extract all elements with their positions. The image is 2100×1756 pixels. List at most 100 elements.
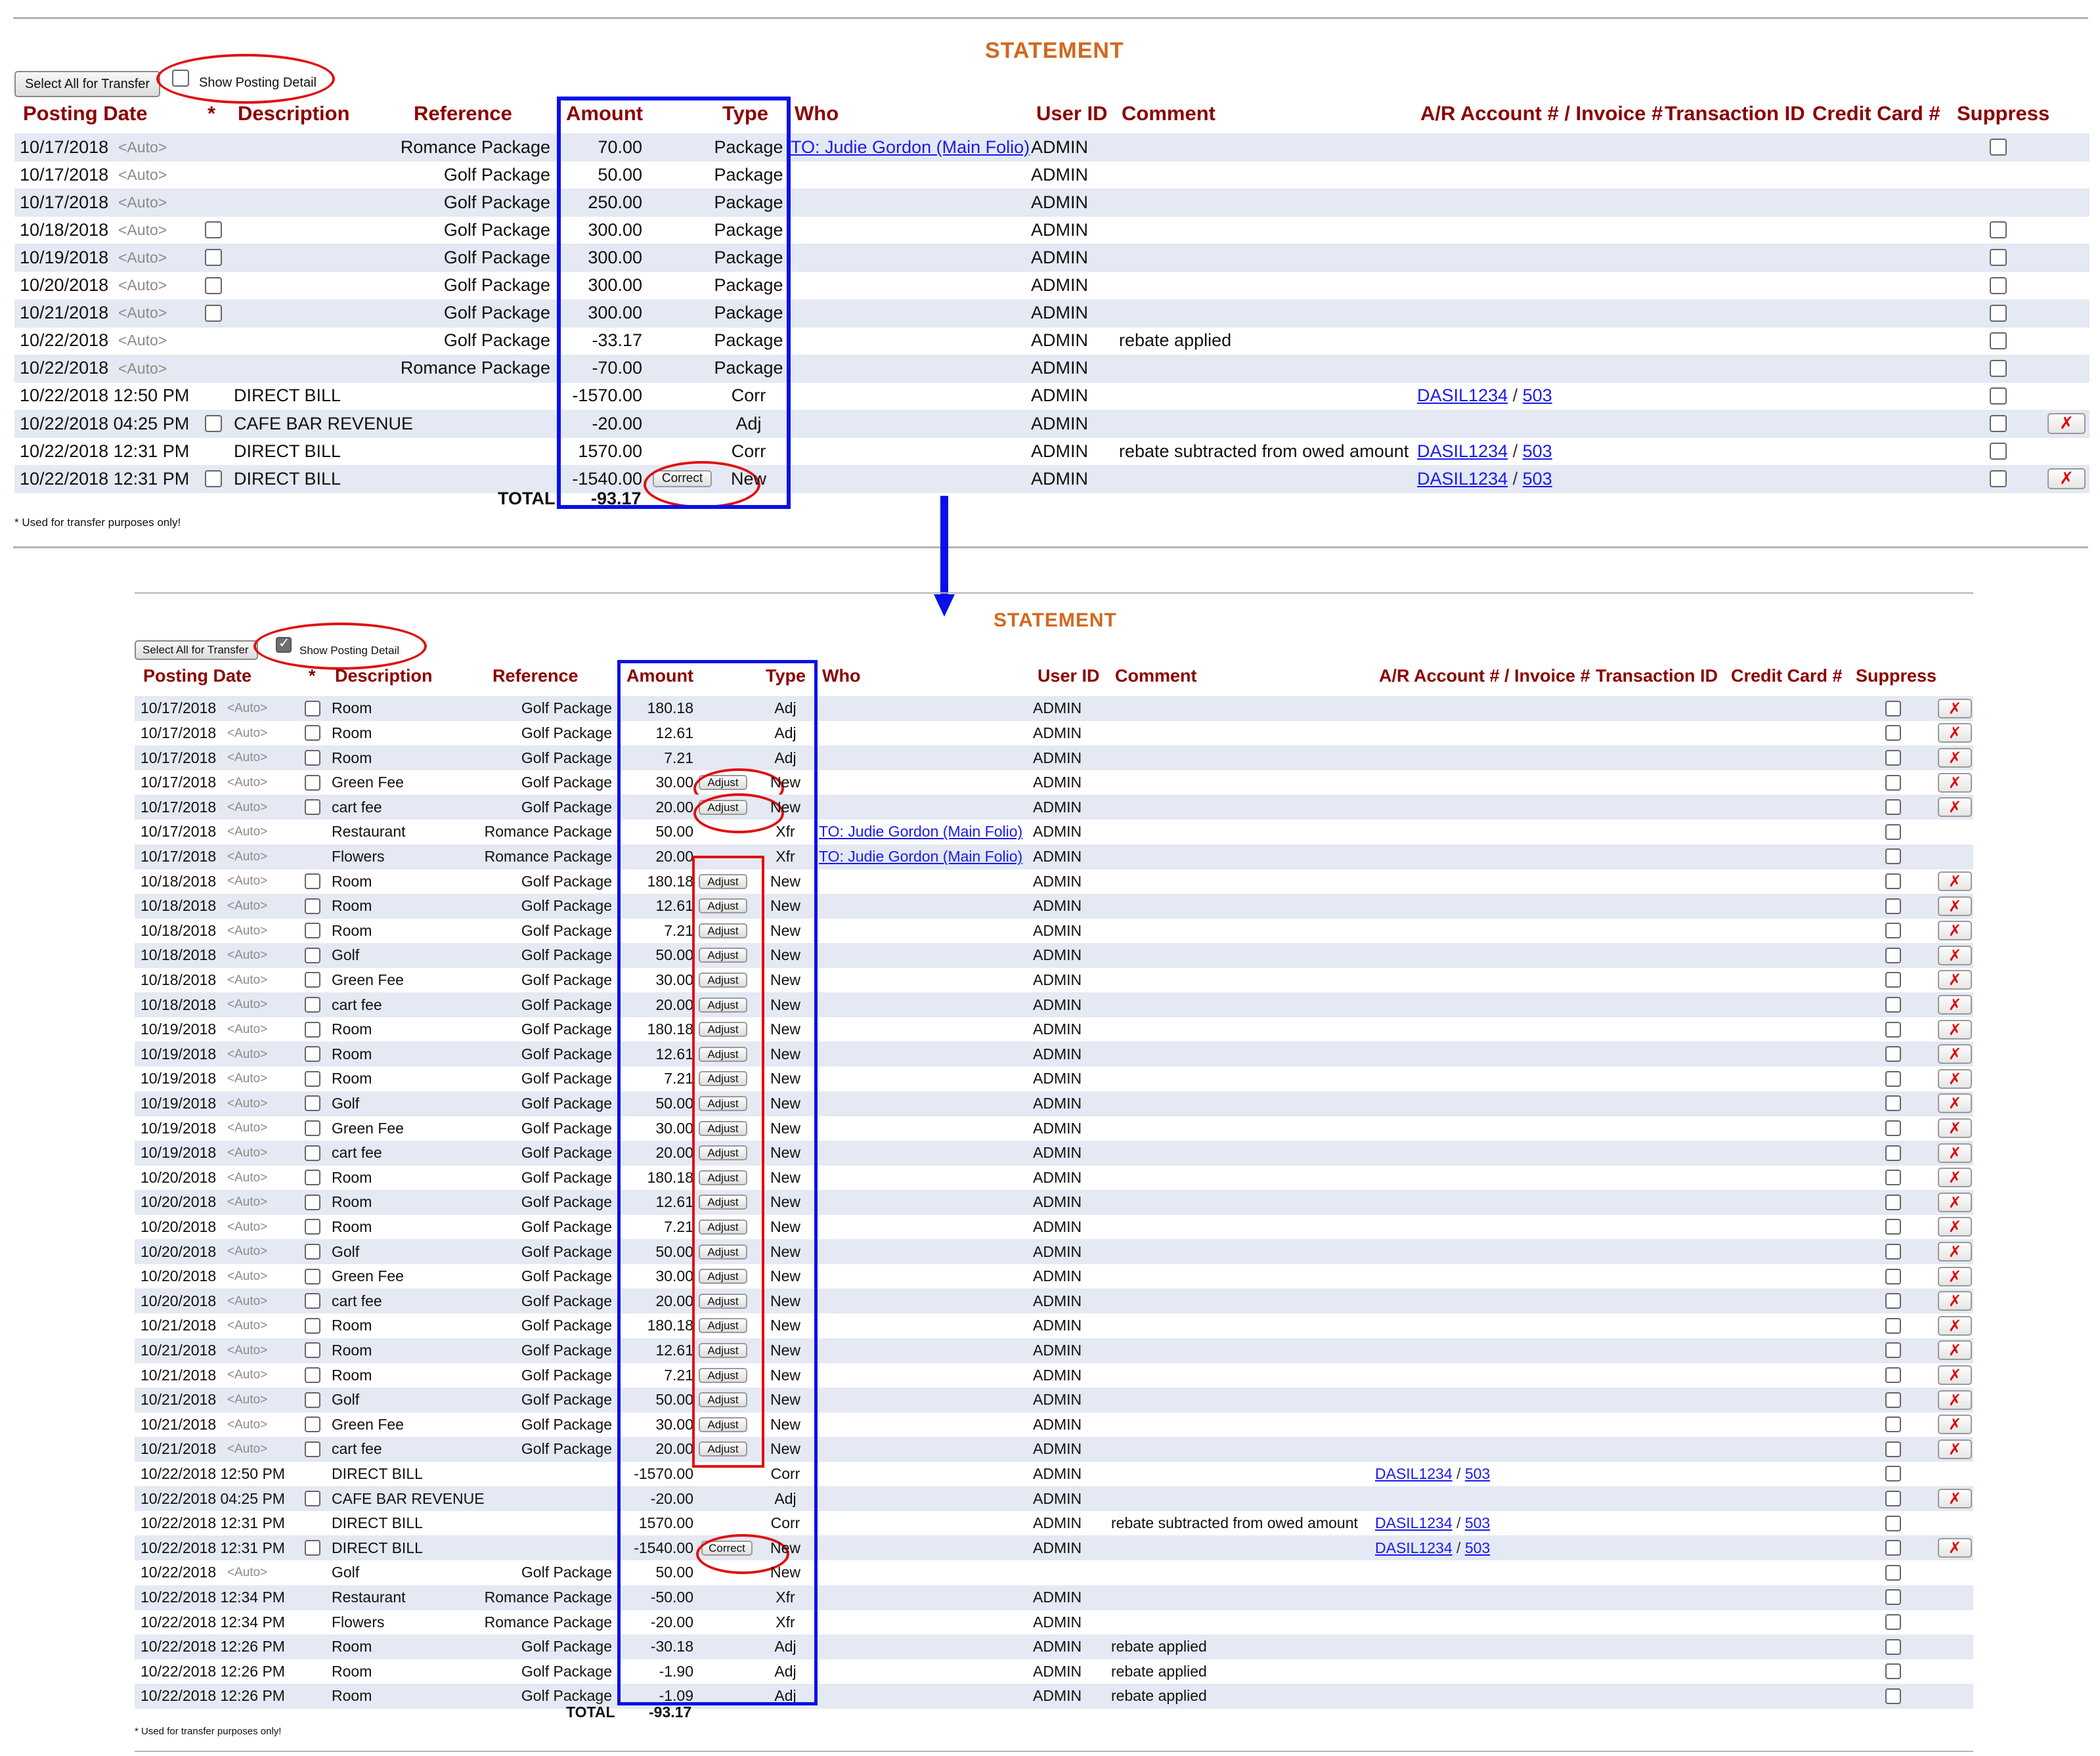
- transfer-checkbox[interactable]: [205, 277, 222, 294]
- suppress-checkbox[interactable]: [1885, 848, 1901, 864]
- suppress-checkbox[interactable]: [1885, 972, 1901, 988]
- invoice-link[interactable]: 503: [1523, 441, 1552, 461]
- transfer-checkbox[interactable]: [305, 1441, 320, 1457]
- transfer-checkbox[interactable]: [305, 1195, 320, 1210]
- transfer-checkbox[interactable]: [305, 923, 320, 938]
- invoice-link[interactable]: 503: [1523, 469, 1552, 489]
- delete-icon[interactable]: ✗: [2047, 468, 2086, 489]
- suppress-checkbox[interactable]: [1885, 1589, 1901, 1605]
- column-header-posting-date[interactable]: Posting Date: [143, 666, 252, 686]
- suppress-checkbox[interactable]: [1885, 1466, 1901, 1482]
- delete-icon[interactable]: ✗: [1938, 773, 1972, 793]
- suppress-checkbox[interactable]: [1885, 1639, 1901, 1655]
- transfer-checkbox[interactable]: [305, 997, 320, 1013]
- suppress-checkbox[interactable]: [1885, 1293, 1901, 1309]
- column-header-credit-card[interactable]: Credit Card #: [1731, 666, 1843, 686]
- suppress-checkbox[interactable]: [1990, 415, 2007, 432]
- suppress-checkbox[interactable]: [1885, 1244, 1901, 1260]
- transfer-checkbox[interactable]: [205, 470, 222, 487]
- suppress-checkbox[interactable]: [1990, 249, 2007, 266]
- who-link[interactable]: TO: Judie Gordon (Main Folio): [819, 824, 1022, 839]
- delete-icon[interactable]: ✗: [1938, 1267, 1972, 1286]
- suppress-checkbox[interactable]: [1885, 1219, 1901, 1235]
- transfer-checkbox[interactable]: [305, 1491, 320, 1506]
- delete-icon[interactable]: ✗: [1938, 1291, 1972, 1311]
- suppress-checkbox[interactable]: [1885, 799, 1901, 815]
- suppress-checkbox[interactable]: [1885, 1318, 1901, 1334]
- delete-icon[interactable]: ✗: [1938, 1340, 1972, 1360]
- delete-icon[interactable]: ✗: [1938, 946, 1972, 965]
- suppress-checkbox[interactable]: [1885, 948, 1901, 963]
- column-header-comment[interactable]: Comment: [1122, 102, 1215, 125]
- column-header-description[interactable]: Description: [238, 102, 350, 125]
- invoice-link[interactable]: 503: [1465, 1539, 1490, 1556]
- transfer-checkbox[interactable]: [305, 1170, 320, 1185]
- delete-icon[interactable]: ✗: [1938, 699, 1972, 718]
- suppress-checkbox[interactable]: [1885, 1367, 1901, 1383]
- column-header-who[interactable]: Who: [822, 666, 860, 686]
- select-all-transfer-button[interactable]: Select All for Transfer: [14, 71, 160, 97]
- delete-icon[interactable]: ✗: [2047, 413, 2086, 434]
- transfer-checkbox[interactable]: [205, 415, 222, 432]
- delete-icon[interactable]: ✗: [1938, 1489, 1972, 1508]
- transfer-checkbox[interactable]: [305, 1095, 320, 1111]
- column-header-ar-invoice[interactable]: A/R Account # / Invoice #: [1379, 666, 1590, 686]
- suppress-checkbox[interactable]: [1885, 1663, 1901, 1679]
- transfer-checkbox[interactable]: [305, 1219, 320, 1235]
- suppress-checkbox[interactable]: [1885, 824, 1901, 840]
- delete-icon[interactable]: ✗: [1938, 1316, 1972, 1336]
- transfer-checkbox[interactable]: [305, 750, 320, 766]
- ar-account-link[interactable]: DASIL1234: [1375, 1539, 1453, 1556]
- delete-icon[interactable]: ✗: [1938, 1439, 1972, 1459]
- column-header-suppress[interactable]: Suppress: [1856, 666, 1936, 686]
- delete-icon[interactable]: ✗: [1938, 1242, 1972, 1262]
- suppress-checkbox[interactable]: [1990, 387, 2007, 405]
- delete-icon[interactable]: ✗: [1938, 921, 1972, 940]
- transfer-checkbox[interactable]: [305, 1416, 320, 1432]
- suppress-checkbox[interactable]: [1885, 750, 1901, 766]
- suppress-checkbox[interactable]: [1885, 997, 1901, 1013]
- delete-icon[interactable]: ✗: [1938, 1365, 1972, 1385]
- suppress-checkbox[interactable]: [1885, 701, 1901, 716]
- suppress-checkbox[interactable]: [1885, 1071, 1901, 1087]
- column-header-user-id[interactable]: User ID: [1036, 102, 1108, 125]
- transfer-checkbox[interactable]: [305, 1342, 320, 1358]
- delete-icon[interactable]: ✗: [1938, 1168, 1972, 1187]
- ar-account-link[interactable]: DASIL1234: [1375, 1514, 1453, 1531]
- transfer-checkbox[interactable]: [205, 305, 222, 322]
- delete-icon[interactable]: ✗: [1938, 748, 1972, 768]
- column-header-ar-invoice[interactable]: A/R Account # / Invoice #: [1420, 102, 1663, 125]
- suppress-checkbox[interactable]: [1885, 1095, 1901, 1111]
- delete-icon[interactable]: ✗: [1938, 1044, 1972, 1064]
- transfer-checkbox[interactable]: [305, 799, 320, 815]
- suppress-checkbox[interactable]: [1885, 1269, 1901, 1284]
- delete-icon[interactable]: ✗: [1938, 723, 1972, 743]
- suppress-checkbox[interactable]: [1885, 1565, 1901, 1581]
- suppress-checkbox[interactable]: [1885, 725, 1901, 741]
- delete-icon[interactable]: ✗: [1938, 1193, 1972, 1212]
- invoice-link[interactable]: 503: [1523, 385, 1552, 405]
- suppress-checkbox[interactable]: [1885, 1441, 1901, 1457]
- transfer-checkbox[interactable]: [305, 1540, 320, 1556]
- delete-icon[interactable]: ✗: [1938, 1415, 1972, 1434]
- transfer-checkbox[interactable]: [305, 1244, 320, 1260]
- transfer-checkbox[interactable]: [305, 775, 320, 791]
- who-link[interactable]: TO: Judie Gordon (Main Folio): [819, 849, 1022, 864]
- delete-icon[interactable]: ✗: [1938, 1118, 1972, 1138]
- transfer-checkbox[interactable]: [305, 1367, 320, 1383]
- column-header-reference[interactable]: Reference: [492, 666, 579, 686]
- suppress-checkbox[interactable]: [1990, 332, 2007, 349]
- suppress-checkbox[interactable]: [1990, 443, 2007, 460]
- suppress-checkbox[interactable]: [1885, 1022, 1901, 1038]
- delete-icon[interactable]: ✗: [1938, 1069, 1972, 1089]
- suppress-checkbox[interactable]: [1885, 1614, 1901, 1630]
- column-header-reference[interactable]: Reference: [414, 102, 512, 125]
- delete-icon[interactable]: ✗: [1938, 995, 1972, 1015]
- suppress-checkbox[interactable]: [1885, 1392, 1901, 1408]
- suppress-checkbox[interactable]: [1885, 1145, 1901, 1161]
- invoice-link[interactable]: 503: [1465, 1514, 1490, 1531]
- transfer-checkbox[interactable]: [205, 221, 222, 238]
- delete-icon[interactable]: ✗: [1938, 1538, 1972, 1558]
- suppress-checkbox[interactable]: [1885, 898, 1901, 914]
- transfer-checkbox[interactable]: [305, 1318, 320, 1334]
